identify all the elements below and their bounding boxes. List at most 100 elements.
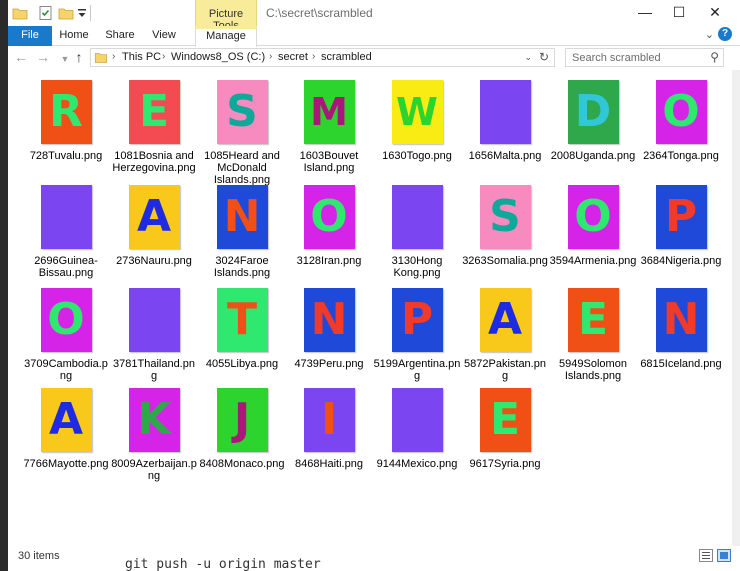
file-thumbnail [40,185,92,249]
thumbnail-letter: E [577,294,609,345]
file-thumbnail: N [655,288,707,352]
details-view-icon[interactable] [699,549,713,562]
file-name: 2364Tonga.png [643,150,719,162]
file-name: 3781Thailand.png [113,358,195,382]
breadcrumb-secret[interactable]: secret [278,51,308,63]
file-thumbnail: K [128,388,180,452]
file-name: 2696Guinea-Bissau.png [34,255,98,279]
up-arrow-icon[interactable]: ↑ [70,49,88,65]
file-name: 3128Iran.png [296,255,362,267]
status-bar: 30 items [8,546,740,566]
search-icon[interactable]: ⚲ [710,50,719,64]
chevron-down-icon[interactable]: ⌄ [705,28,714,41]
file-name: 5949Solomon Islands.png [559,358,627,382]
file-name: 3709Cambodia.png [24,358,108,382]
file-thumbnail: S [216,80,268,144]
minimize-button[interactable]: — [628,0,662,26]
file-thumbnail: A [40,388,92,452]
file-name: 1630Togo.png [382,150,452,162]
tab-share[interactable]: Share [98,26,142,46]
ribbon-tabs: File Home Share View Manage ⌄ ? [8,26,740,47]
thumbnail-letter: O [47,294,85,345]
breadcrumb-separator: › [162,51,166,62]
file-thumbnail: O [40,288,92,352]
forward-arrow-icon[interactable]: → [34,49,52,65]
thumbnail-letter: P [664,191,698,242]
divider [90,5,91,21]
new-folder-icon[interactable] [58,5,74,21]
thumbnail-letter: T [226,294,257,345]
file-thumbnail: E [128,80,180,144]
tab-manage[interactable]: Manage [195,26,257,47]
help-icon[interactable]: ? [718,27,732,41]
breadcrumb-this-pc[interactable]: This PC [122,51,161,63]
thumbnail-letter: N [662,294,700,345]
address-bar[interactable]: › This PC › Windows8_OS (C:) › secret › … [90,48,555,67]
file-thumbnail: E [479,388,531,452]
background-terminal-text: git push -u origin master [125,557,321,571]
tab-home[interactable]: Home [52,26,96,46]
thumbnail-letter: S [226,86,258,137]
file-thumbnail: M [303,80,355,144]
file-name: 8009Azerbaijan.png [111,458,197,482]
thumbnail-letter: P [400,294,434,345]
file-thumbnail: R [40,80,92,144]
file-thumbnail: O [655,80,707,144]
search-placeholder: Search scrambled [572,52,661,64]
close-button[interactable]: ✕ [698,0,732,26]
customize-toolbar-icon[interactable] [74,5,90,21]
file-thumbnail: E [567,288,619,352]
tab-file[interactable]: File [8,26,52,46]
breadcrumb-separator: › [312,51,316,62]
file-thumbnail: S [479,185,531,249]
thumbnail-letter: S [489,191,521,242]
thumbnail-letter: M [310,90,348,134]
breadcrumb-separator: › [269,51,273,62]
folder-icon [12,8,28,20]
refresh-icon[interactable]: ↻ [539,50,549,64]
file-name: 3594Armenia.png [549,255,637,267]
thumbnail-letter: A [136,191,172,242]
breadcrumb-scrambled[interactable]: scrambled [321,51,372,63]
file-name: 5872Pakistan.png [464,358,546,382]
file-name: 728Tuvalu.png [29,150,103,162]
file-thumbnail: O [567,185,619,249]
file-name: 3263Somalia.png [462,255,548,267]
thumbnail-letter: A [48,394,84,445]
file-thumbnail: I [303,388,355,452]
folder-icon [94,53,108,63]
file-thumbnail: J [216,388,268,452]
maximize-button[interactable]: ☐ [662,0,696,26]
file-name: 6815Iceland.png [640,358,722,370]
file-name: 4739Peru.png [294,358,364,370]
file-explorer-window: Picture Tools C:\secret\scrambled — ☐ ✕ … [0,0,740,571]
file-thumbnail: D [567,80,619,144]
file-name: 3130Hong Kong.png [391,255,443,279]
file-thumbnail: N [303,288,355,352]
file-name: 8408Monaco.png [199,458,285,470]
file-thumbnail [391,388,443,452]
file-thumbnail: P [391,288,443,352]
thumbnail-letter: N [223,191,261,242]
large-icons-view-icon[interactable] [717,549,731,562]
scrollbar[interactable] [732,70,740,546]
search-input[interactable]: Search scrambled ⚲ [565,48,724,67]
thumbnail-letter: J [233,394,251,445]
file-name: 3684Nigeria.png [640,255,722,267]
file-name: 8468Haiti.png [295,458,363,470]
thumbnail-letter: D [574,86,612,137]
file-name: 1603Bouvet Island.png [299,150,359,174]
properties-icon[interactable] [38,5,54,21]
file-name: 7766Mayotte.png [23,458,109,470]
tab-view[interactable]: View [142,26,186,46]
file-name: 1656Malta.png [468,150,542,162]
file-name: 2736Nauru.png [116,255,192,267]
thumbnail-letter: A [487,294,523,345]
file-thumbnail: A [479,288,531,352]
file-thumbnail: W [391,80,443,144]
file-thumbnail: T [216,288,268,352]
breadcrumb-drive[interactable]: Windows8_OS (C:) [171,51,265,63]
thumbnail-letter: W [396,90,438,134]
chevron-down-icon[interactable]: ⌄ [524,52,532,63]
back-arrow-icon[interactable]: ← [12,49,30,65]
